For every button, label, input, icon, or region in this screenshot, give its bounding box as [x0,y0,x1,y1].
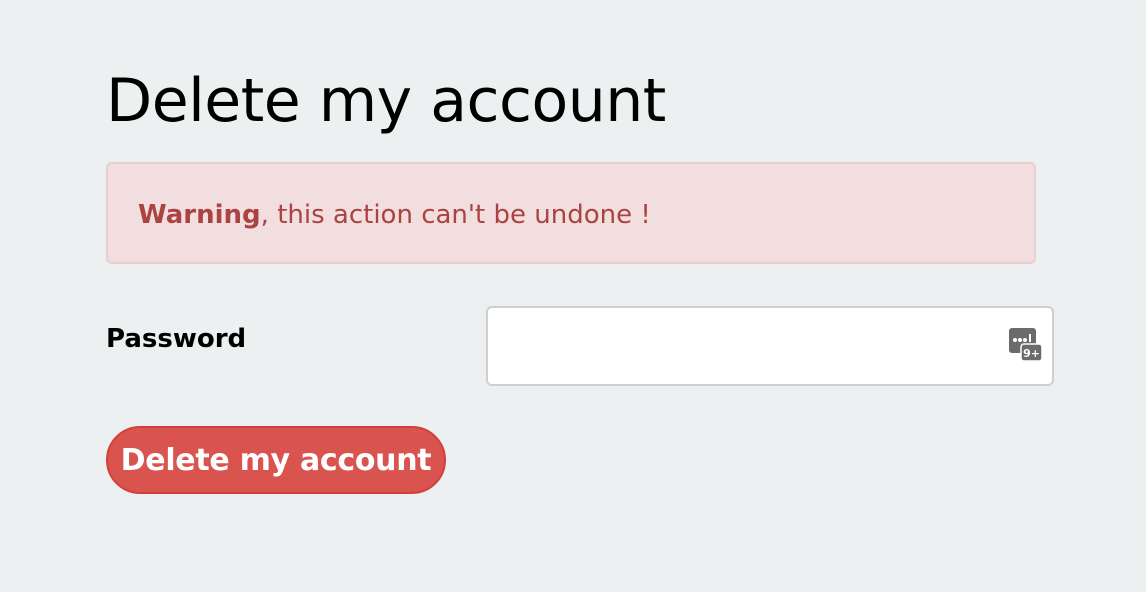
password-manager-badge: 9+ [1023,347,1040,360]
warning-message: , this action can't be undone ! [260,200,651,230]
password-manager-icon[interactable]: 9+ [1008,327,1044,363]
page-title: Delete my account [106,66,666,136]
password-field[interactable] [486,306,1054,386]
delete-account-button[interactable]: Delete my account [106,426,446,494]
warning-strong-text: Warning [138,200,261,230]
password-label: Password [106,324,247,354]
warning-alert: Warning, this action can't be undone ! [106,162,1036,264]
